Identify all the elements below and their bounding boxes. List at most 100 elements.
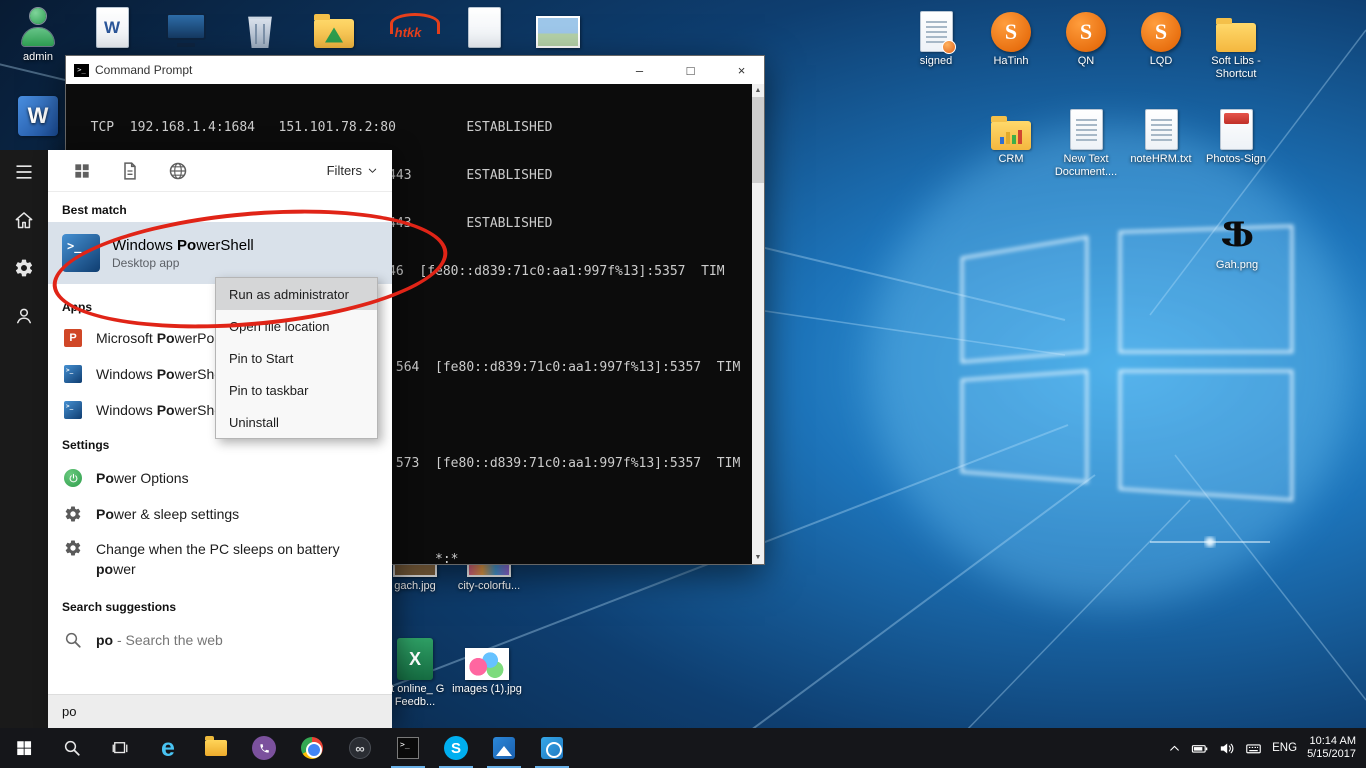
keyboard-icon xyxy=(1245,740,1262,757)
result-subtitle: Desktop app xyxy=(112,256,254,270)
search-input[interactable] xyxy=(48,704,364,719)
apps-filter-icon[interactable] xyxy=(72,161,92,181)
desktop-icon-qn[interactable]: S QN xyxy=(1048,8,1124,68)
desktop-icon-blank-doc[interactable] xyxy=(446,4,522,51)
scrollbar-thumb[interactable] xyxy=(752,97,764,183)
menu-button[interactable] xyxy=(14,162,34,182)
start-button[interactable] xyxy=(0,728,48,768)
context-menu-item-run-as-administrator[interactable]: Run as administrator xyxy=(216,278,377,310)
result-label: Power & sleep settings xyxy=(96,506,239,522)
desktop-icon-this-pc[interactable] xyxy=(148,4,224,51)
desktop-icon-recycle-bin[interactable] xyxy=(222,4,298,51)
tray-time: 10:14 AM xyxy=(1307,735,1356,748)
desktop-icon-soft-libs[interactable]: Soft Libs - Shortcut xyxy=(1198,8,1274,81)
desktop-icon-picture[interactable] xyxy=(520,4,596,51)
desktop-icon-lqd[interactable]: S LQD xyxy=(1123,8,1199,68)
desktop: admin W htkk W signed S HaTinh S xyxy=(0,0,1366,768)
desktop-icon-word-doc[interactable]: W xyxy=(74,4,150,51)
text-file-icon xyxy=(1070,109,1103,150)
desktop-icon-photos-sign[interactable]: Photos-Sign xyxy=(1198,106,1274,166)
section-header-settings: Settings xyxy=(62,438,109,452)
blue-app-icon xyxy=(541,737,563,759)
document-icon xyxy=(468,7,501,48)
result-title: Windows PowerShell xyxy=(112,237,254,254)
infinity-app-button[interactable]: ∞ xyxy=(336,728,384,768)
best-match-result[interactable]: >_ Windows PowerShell Desktop app xyxy=(48,222,392,284)
orange-s-app-icon: S xyxy=(1141,12,1181,52)
settings-button[interactable] xyxy=(14,258,34,278)
text-file-icon xyxy=(1145,109,1178,150)
volume-button[interactable] xyxy=(1218,740,1235,757)
window-title: Command Prompt xyxy=(95,63,611,77)
search-icon xyxy=(63,739,81,757)
title-bar[interactable]: >_ Command Prompt – □ × xyxy=(66,56,764,84)
context-menu-item-open-file-location[interactable]: Open file location xyxy=(216,310,377,342)
app-button-2[interactable] xyxy=(528,728,576,768)
app-button-1[interactable] xyxy=(480,728,528,768)
command-prompt-taskbar-button[interactable]: >_ xyxy=(384,728,432,768)
viber-button[interactable] xyxy=(240,728,288,768)
scroll-up-button[interactable]: ▲ xyxy=(752,84,764,97)
search-result-power-sleep[interactable]: Power & sleep settings xyxy=(48,496,392,532)
task-view-button[interactable] xyxy=(96,728,144,768)
search-icon xyxy=(64,631,82,649)
desktop-icon-htkk[interactable]: htkk xyxy=(370,4,446,51)
section-header-apps: Apps xyxy=(62,300,92,314)
desktop-icon-signed[interactable]: signed xyxy=(898,8,974,68)
file-explorer-button[interactable] xyxy=(192,728,240,768)
photos-sign-icon xyxy=(1220,109,1253,150)
documents-filter-icon[interactable] xyxy=(120,161,140,181)
chrome-button[interactable] xyxy=(288,728,336,768)
task-view-icon xyxy=(111,739,129,757)
picture-icon xyxy=(536,16,580,48)
desktop-icon-new-text-document[interactable]: New Text Document.... xyxy=(1048,106,1124,179)
gear-icon xyxy=(64,505,82,523)
taskbar-search-button[interactable] xyxy=(48,728,96,768)
viber-icon xyxy=(252,736,276,760)
word-document-icon: W xyxy=(96,7,129,48)
maximize-button[interactable]: □ xyxy=(668,56,713,84)
file-explorer-icon xyxy=(205,740,227,756)
context-menu-item-pin-to-start[interactable]: Pin to Start xyxy=(216,342,377,374)
search-result-pc-sleep-battery[interactable]: Change when the PC sleeps on battery pow… xyxy=(48,534,392,586)
skype-button[interactable]: S xyxy=(432,728,480,768)
htkk-icon: htkk xyxy=(395,25,422,40)
battery-button[interactable] xyxy=(1191,740,1208,757)
suggestion-label: po - Search the web xyxy=(96,632,223,648)
hidden-icons-chevron[interactable] xyxy=(1168,742,1181,755)
feedback-button[interactable] xyxy=(14,306,34,326)
home-button[interactable] xyxy=(14,210,34,230)
search-suggestion-web[interactable]: po - Search the web xyxy=(48,622,392,658)
context-menu-item-pin-to-taskbar[interactable]: Pin to taskbar xyxy=(216,374,377,406)
picture-icon xyxy=(465,648,509,680)
desktop-icon-drive-folder[interactable] xyxy=(296,4,372,51)
windows-logo-icon xyxy=(15,739,33,757)
powerpoint-icon: P xyxy=(64,329,82,347)
desktop-icon-notehrm[interactable]: noteHRM.txt xyxy=(1123,106,1199,166)
result-label: Windows PowerShe xyxy=(96,366,222,382)
command-prompt-icon: >_ xyxy=(397,737,419,759)
clock[interactable]: 10:14 AM 5/15/2017 xyxy=(1307,735,1356,761)
context-menu-item-uninstall[interactable]: Uninstall xyxy=(216,406,377,438)
scrollbar[interactable]: ▲ ▼ xyxy=(752,84,764,564)
touch-keyboard-button[interactable] xyxy=(1245,740,1262,757)
powershell-icon: >_ xyxy=(64,365,82,383)
scroll-down-button[interactable]: ▼ xyxy=(752,551,764,564)
desktop-icon-hatinh[interactable]: S HaTinh xyxy=(973,8,1049,68)
search-results-panel: Filters Best match >_ Windows PowerShell… xyxy=(48,150,392,728)
language-indicator[interactable]: ENG xyxy=(1272,742,1297,754)
edge-button[interactable]: e xyxy=(144,728,192,768)
desktop-icon-gah[interactable]: Ֆ Gah.png xyxy=(1199,212,1275,272)
filters-dropdown[interactable]: Filters xyxy=(327,163,378,178)
console-line: TCP 192.168.1.4:1684 151.101.78.2:80 EST… xyxy=(75,120,752,136)
result-label: Power Options xyxy=(96,470,189,486)
minimize-button[interactable]: – xyxy=(617,56,662,84)
search-result-power-options[interactable]: Power Options xyxy=(48,460,392,496)
web-filter-icon[interactable] xyxy=(168,161,188,181)
close-button[interactable]: × xyxy=(719,56,764,84)
desktop-icon-images-1[interactable]: images (1).jpg xyxy=(449,636,525,696)
search-sidebar xyxy=(0,150,48,728)
computer-icon xyxy=(166,13,206,40)
desktop-icon-crm[interactable]: CRM xyxy=(973,106,1049,166)
battery-icon xyxy=(1191,740,1208,757)
